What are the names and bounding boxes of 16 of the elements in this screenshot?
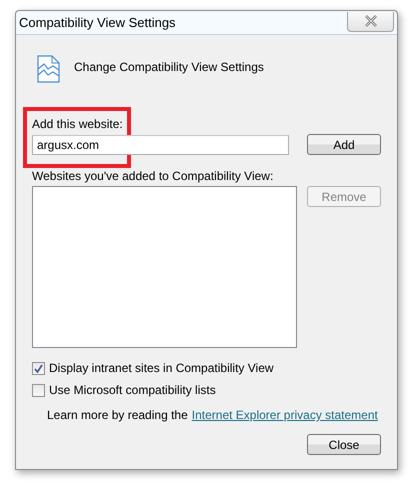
add-button[interactable]: Add [307,134,381,155]
dialog-heading: Change Compatibility View Settings [74,60,264,74]
document-icon [37,55,60,83]
close-icon [364,15,378,27]
field-label: Add this website: [32,117,124,131]
window-title: Compatibility View Settings [19,15,176,30]
website-input-field[interactable]: argusx.com [32,134,289,154]
privacy-link[interactable]: Internet Explorer privacy statement [192,408,378,422]
close-dialog-button[interactable]: Close [307,434,381,455]
list-label: Websites you've added to Compatibility View: [32,169,274,183]
checkbox[interactable] [32,362,45,374]
checkbox[interactable] [32,384,45,396]
learn-more-text: Learn more by reading the [47,408,188,422]
close-button[interactable] [347,12,394,32]
checkbox-label: Use Microsoft compatibility lists [49,383,216,397]
checkbox-label: Display intranet sites in Compatibility View [49,361,274,375]
